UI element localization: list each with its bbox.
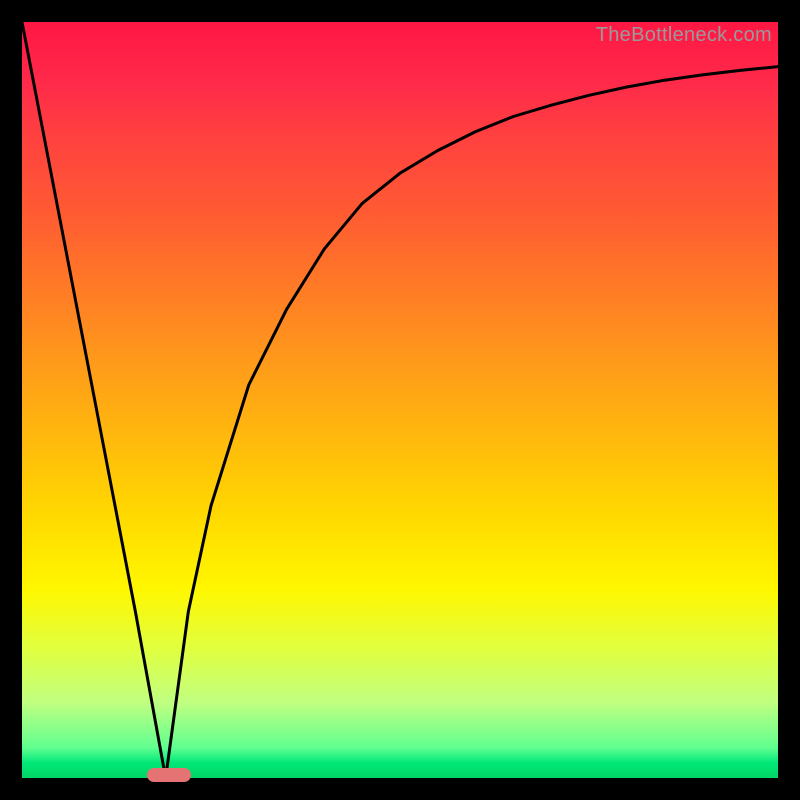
plot-area: TheBottleneck.com	[22, 22, 778, 778]
chart-container: TheBottleneck.com	[0, 0, 800, 800]
bottleneck-curve	[22, 22, 778, 778]
optimal-marker	[147, 768, 191, 782]
curve-layer	[22, 22, 778, 778]
